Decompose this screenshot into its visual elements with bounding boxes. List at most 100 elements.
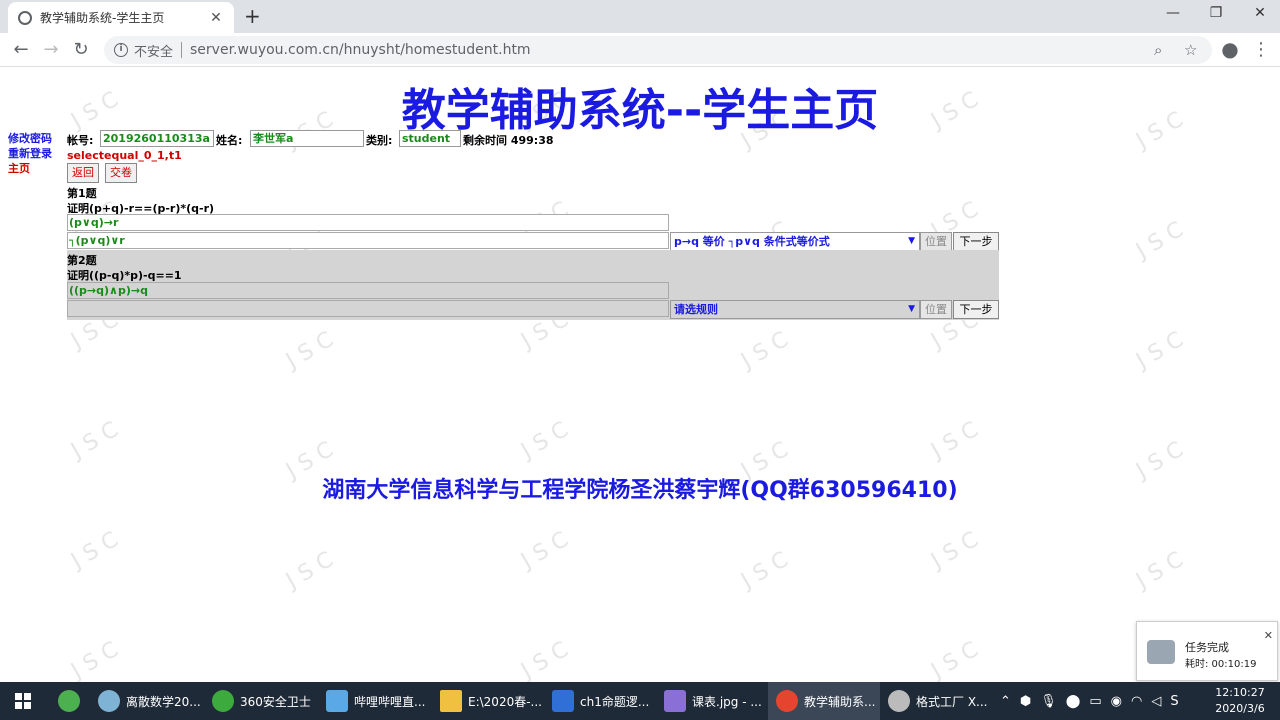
close-icon[interactable]: ✕ [1264,629,1273,642]
home-link[interactable]: 主页 [8,161,52,176]
watermark: J S C [67,527,123,574]
watermark: J S C [927,527,983,574]
taskbar: 离散数学20... 360安全卫士 哔哩哔哩直... E:\2020春-... … [0,682,1280,720]
q1-expression-1[interactable]: (p∨q)→r [67,214,669,231]
type-label: 类别: [366,134,393,147]
reload-icon[interactable]: ↻ [70,39,92,60]
q2-expression-1[interactable]: ((p→q)∧p)→q [67,282,669,299]
q2-next-button[interactable]: 下一步 [953,300,999,319]
name-label: 姓名: [216,134,243,147]
task-complete-toast[interactable]: 任务完成 耗时: 00:10:19 ✕ [1136,621,1278,681]
bookmark-star-icon[interactable]: ☆ [1184,41,1197,59]
watermark: J S C [517,527,573,574]
type-field[interactable]: student [399,130,461,147]
microphone-icon[interactable]: 🎙 [1040,694,1057,709]
back-icon[interactable]: ← [10,39,32,60]
app-icon [1147,640,1175,664]
taskbar-item[interactable]: ch1命题逻... [552,682,649,720]
divider [181,42,183,58]
question-2-label: 第2题 [67,254,97,267]
page-title: 教学辅助系统--学生主页 [401,85,879,136]
q2-position-button[interactable]: 位置 [920,300,952,319]
menu-icon[interactable]: ⋮ [1250,39,1272,60]
omnibox[interactable]: i 不安全 server.wuyou.com.cn/hnuysht/homest… [104,36,1212,64]
q1-next-button[interactable]: 下一步 [953,232,999,251]
chevron-down-icon: ▼ [908,236,915,246]
name-field[interactable]: 李世军a [250,130,364,147]
q1-expression-2[interactable]: ┐(p∨q)∨r [67,232,669,249]
question-1-label: 第1题 [67,187,97,200]
watermark: J S C [282,547,338,594]
taskbar-360-icon[interactable] [58,682,86,720]
watermark: J S C [927,417,983,464]
toast-title: 任务完成 [1185,641,1229,654]
q2-rule-select[interactable]: 请选规则 ▼ [670,300,920,319]
taskbar-item[interactable]: 课表.jpg - ... [664,682,762,720]
tab-strip: 教学辅助系统-学生主页 ✕ + — ❐ ✕ [0,0,1280,33]
tray-icons[interactable]: ⌃ ⬢ 🎙 ⬤ ▭ ◉ ◠ ◁ S [1000,682,1179,720]
profile-icon[interactable]: ● [1219,37,1241,61]
address-bar: ← → ↻ i 不安全 server.wuyou.com.cn/hnuysht/… [0,33,1280,67]
chevron-up-icon[interactable]: ⌃ [1000,694,1011,709]
insecure-label: 不安全 [134,44,174,60]
app-tray-icon[interactable]: S [1170,694,1178,709]
toast-detail: 耗时: 00:10:19 [1185,659,1257,670]
wifi-icon[interactable]: ◠ [1131,694,1142,709]
watermark: J S C [517,637,573,682]
url-text[interactable]: server.wuyou.com.cn/hnuysht/homestudent.… [190,42,531,58]
taskbar-item[interactable]: 哔哩哔哩直... [326,682,425,720]
q2-expression-2[interactable] [67,300,669,317]
minimize-icon[interactable]: — [1163,5,1183,21]
watermark: J S C [1132,217,1188,264]
q2-rule-value: 请选规则 [674,303,718,316]
maximize-icon[interactable]: ❐ [1206,5,1226,21]
taskbar-item[interactable]: 离散数学20... [98,682,201,720]
account-field[interactable]: 2019260110313a [100,130,214,147]
back-button[interactable]: 返回 [67,163,99,183]
page-content: J S C J S C J S C J S C J S C J S C J S C J S C… [0,68,1280,682]
close-window-icon[interactable]: ✕ [1250,5,1270,21]
network-icon[interactable]: ◉ [1111,694,1122,709]
watermark: J S C [1132,327,1188,374]
chevron-down-icon: ▼ [908,304,915,314]
new-tab-button[interactable]: + [244,4,261,28]
submit-button[interactable]: 交卷 [105,163,137,183]
q1-rule-value: p→q 等价 ┐p∨q 条件式等价式 [674,235,830,248]
watermark: J S C [1132,547,1188,594]
browser-tab[interactable]: 教学辅助系统-学生主页 ✕ [8,2,234,33]
watermark: J S C [737,327,793,374]
question-2-statement: 证明((p-q)*p)-q==1 [67,269,182,282]
windows-start-icon[interactable] [0,682,46,720]
watermark: J S C [67,417,123,464]
volume-icon[interactable]: ◁ [1151,694,1161,709]
q1-position-button[interactable]: 位置 [920,232,952,251]
taskbar-item[interactable]: E:\2020春-... [440,682,542,720]
forward-icon[interactable]: → [40,39,62,60]
tab-title: 教学辅助系统-学生主页 [40,11,165,25]
cube-icon[interactable]: ⬢ [1020,694,1031,709]
q1-rule-select[interactable]: p→q 等价 ┐p∨q 条件式等价式 ▼ [670,232,920,251]
shield-icon[interactable]: ⬤ [1066,694,1081,709]
clock-time: 12:10:27 [1215,686,1265,699]
footer-credits: 湖南大学信息科学与工程学院杨圣洪蔡宇辉(QQ群630596410) [322,478,958,503]
battery-icon[interactable]: ▭ [1089,694,1101,709]
taskbar-item-active[interactable]: 教学辅助系... [768,682,880,720]
zoom-icon[interactable]: ⌕ [1154,41,1162,59]
taskbar-item[interactable]: 360安全卫士 [212,682,311,720]
taskbar-item[interactable]: 格式工厂 X... [888,682,987,720]
watermark: J S C [67,637,123,682]
globe-icon [18,10,32,25]
watermark: J S C [517,417,573,464]
clock[interactable]: 12:10:27 2020/3/6 [1208,685,1272,717]
tab-close-icon[interactable]: ✕ [208,10,224,26]
remaining-time: 剩余时间 499:38 [463,134,554,147]
clock-date: 2020/3/6 [1215,702,1265,715]
info-icon[interactable]: i [114,43,128,57]
sidebar-links: 修改密码 重新登录 主页 [8,131,52,176]
account-label: 帐号: [67,134,94,147]
status-text: selectequal_0_1,t1 [67,149,182,162]
relogin-link[interactable]: 重新登录 [8,146,52,161]
watermark: J S C [927,637,983,682]
change-password-link[interactable]: 修改密码 [8,131,52,146]
watermark: J S C [282,327,338,374]
